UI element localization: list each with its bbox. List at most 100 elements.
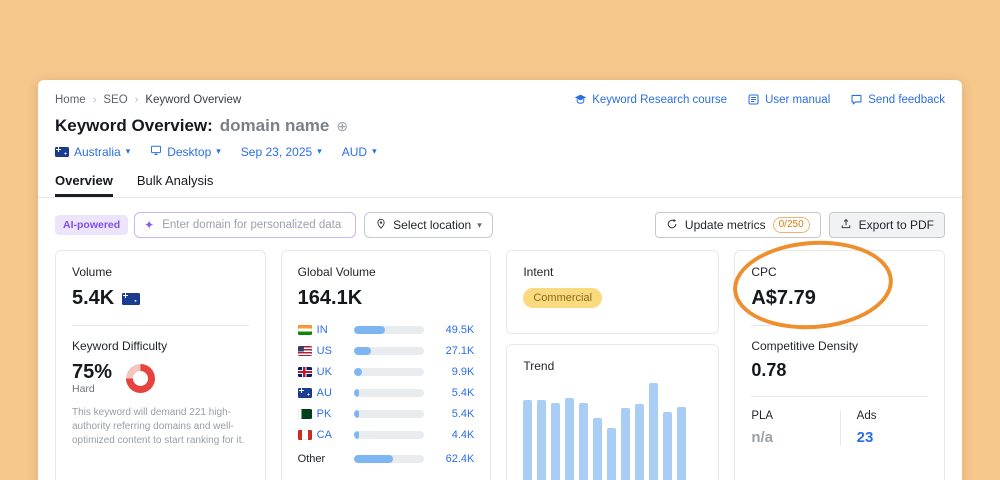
location-select[interactable]: Select location ▾ (364, 212, 493, 238)
send-feedback-link[interactable]: Send feedback (850, 93, 945, 106)
flag-au-icon (122, 293, 140, 305)
global-volume-card: Global Volume 164.1K IN 49.5K US 27.1K UK 9.9… (281, 250, 492, 480)
volume-bar (354, 368, 425, 376)
country-code-label[interactable]: IN (317, 324, 328, 336)
breadcrumb-separator: › (93, 94, 97, 106)
currency-filter[interactable]: AUD ▾ (342, 145, 377, 159)
volume-label: Volume (72, 265, 249, 279)
country-code-label[interactable]: CA (317, 429, 332, 441)
trend-bar (593, 418, 602, 480)
domain-input[interactable] (160, 218, 346, 232)
flag-us-icon (298, 346, 312, 356)
pla-label: PLA (751, 410, 839, 422)
keyword-difficulty-label: Keyword Difficulty (72, 339, 249, 353)
update-metrics-label: Update metrics (685, 218, 766, 232)
country-volume-value[interactable]: 62.4K (432, 453, 474, 465)
global-volume-value: 164.1K (298, 287, 475, 310)
location-pin-icon (375, 218, 387, 233)
country-volume-value[interactable]: 5.4K (432, 408, 474, 420)
country-code-label[interactable]: PK (317, 408, 332, 420)
date-filter[interactable]: Sep 23, 2025 ▾ (241, 145, 322, 159)
volume-number: 5.4K (72, 287, 114, 310)
page-title-keyword: domain name (220, 116, 330, 136)
volume-bar (354, 326, 425, 334)
volume-bar (354, 431, 425, 439)
trend-card: Trend (506, 344, 719, 480)
user-manual-link[interactable]: User manual (747, 93, 830, 106)
plus-circle-icon[interactable]: ⊕ (336, 119, 348, 133)
pla-cell: PLA n/a (751, 410, 839, 446)
trend-bar (551, 403, 560, 480)
filter-bar: Australia ▾ Desktop ▾ Sep 23, 2025 ▾ AUD… (38, 144, 962, 159)
competitive-density-label: Competitive Density (751, 339, 928, 353)
country-filter[interactable]: Australia ▾ (55, 145, 130, 159)
breadcrumb-seo[interactable]: SEO (103, 94, 127, 106)
breadcrumb-separator: › (135, 94, 139, 106)
trend-bar (579, 403, 588, 480)
kd-description: This keyword will demand 221 high-author… (72, 406, 249, 448)
intent-commercial-badge: Commercial (523, 288, 602, 308)
pla-ads-block: PLA n/a Ads 23 (751, 410, 928, 446)
feedback-bubble-icon (850, 93, 863, 106)
update-metrics-button[interactable]: Update metrics 0/250 (655, 212, 821, 238)
monitor-icon (150, 144, 162, 159)
flag-au-icon (55, 147, 69, 157)
graduation-cap-icon (574, 93, 587, 106)
page-background: Home › SEO › Keyword Overview Keyword Re… (0, 0, 1000, 480)
global-volume-row: UK 9.9K (298, 365, 475, 379)
pla-value: n/a (751, 429, 839, 446)
country-code-label: Other (298, 453, 326, 465)
kd-donut-chart (126, 364, 155, 393)
country-code-label[interactable]: US (317, 345, 332, 357)
device-filter-label: Desktop (167, 145, 211, 159)
tab-overview[interactable]: Overview (55, 173, 113, 197)
flag-in-icon (298, 325, 312, 335)
global-volume-row: PK 5.4K (298, 407, 475, 421)
trend-bar (635, 404, 644, 480)
country-volume-value[interactable]: 49.5K (432, 324, 474, 336)
refresh-icon (666, 218, 678, 233)
divider (751, 396, 928, 397)
cpc-card: CPC A$7.79 Competitive Density 0.78 PLA … (734, 250, 945, 480)
breadcrumb-home[interactable]: Home (55, 94, 86, 106)
keyword-overview-panel: Home › SEO › Keyword Overview Keyword Re… (38, 80, 962, 480)
keyword-research-course-link[interactable]: Keyword Research course (574, 93, 727, 106)
date-filter-label: Sep 23, 2025 (241, 145, 312, 159)
export-pdf-button[interactable]: Export to PDF (829, 212, 945, 238)
global-volume-list: IN 49.5K US 27.1K UK 9.9K AU 5.4K PK 5.4K CA 4.4K Ot… (298, 323, 475, 466)
trend-bar (649, 383, 658, 480)
competitive-density-value: 0.78 (751, 360, 928, 381)
divider (751, 325, 928, 326)
volume-value: 5.4K (72, 287, 249, 310)
trend-bar (677, 407, 686, 480)
controls-bar: AI-powered ✦ Select location ▾ Update me… (38, 198, 962, 238)
breadcrumb: Home › SEO › Keyword Overview (55, 94, 241, 106)
global-volume-row: Other 62.4K (298, 452, 475, 466)
country-code-label[interactable]: AU (317, 387, 332, 399)
location-select-label: Select location (393, 218, 471, 232)
domain-input-wrapper: ✦ (134, 212, 356, 238)
trend-bar (565, 398, 574, 480)
tab-bulk-analysis[interactable]: Bulk Analysis (137, 173, 214, 197)
country-volume-value[interactable]: 9.9K (432, 366, 474, 378)
country-volume-value[interactable]: 27.1K (432, 345, 474, 357)
device-filter[interactable]: Desktop ▾ (150, 144, 221, 159)
country-volume-value[interactable]: 4.4K (432, 429, 474, 441)
export-pdf-label: Export to PDF (859, 218, 934, 232)
ads-cell: Ads 23 (840, 410, 928, 446)
trend-chart (523, 383, 702, 480)
global-volume-label: Global Volume (298, 265, 475, 279)
country-code-label[interactable]: UK (317, 366, 332, 378)
chevron-down-icon: ▾ (372, 147, 377, 156)
kd-value: 75% (72, 361, 112, 383)
quota-badge: 0/250 (773, 217, 810, 233)
flag-ca-icon (298, 430, 312, 440)
breadcrumb-current: Keyword Overview (145, 94, 241, 106)
top-bar: Home › SEO › Keyword Overview Keyword Re… (38, 80, 962, 106)
header-links: Keyword Research course User manual Send… (574, 93, 945, 106)
link-label: Keyword Research course (592, 94, 727, 106)
country-volume-value[interactable]: 5.4K (432, 387, 474, 399)
book-icon (747, 93, 760, 106)
divider (72, 325, 249, 326)
ads-value[interactable]: 23 (857, 429, 928, 446)
